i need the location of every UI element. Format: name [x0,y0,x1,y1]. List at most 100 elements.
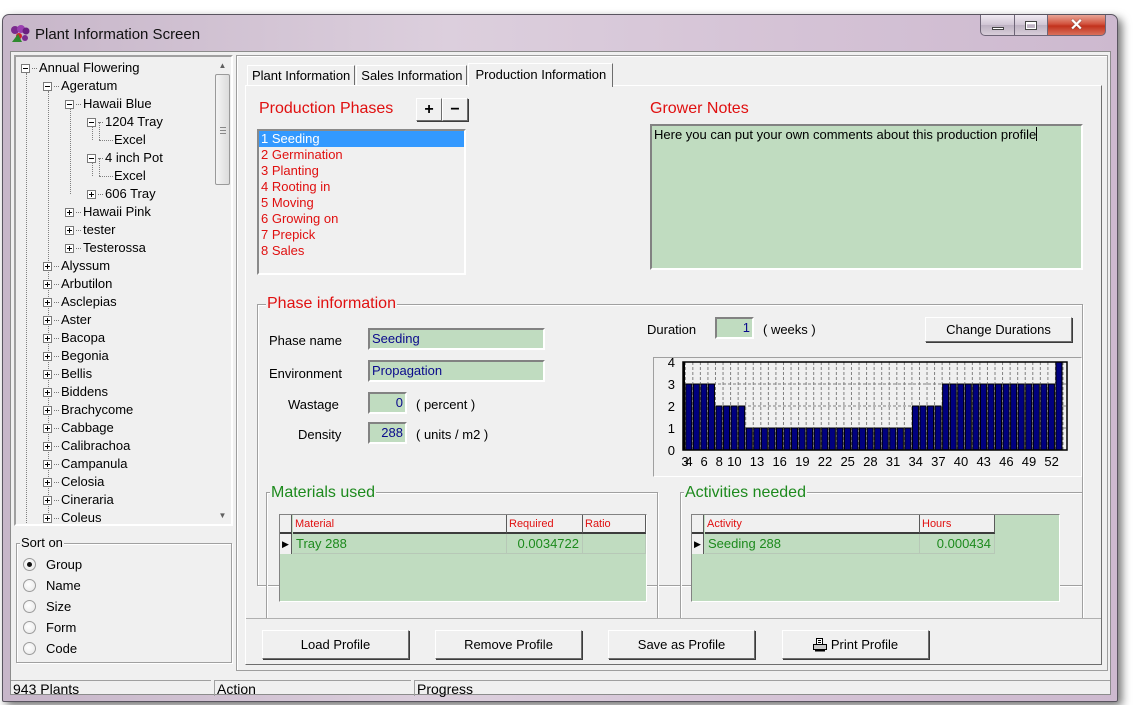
wastage-field[interactable]: 0 [368,392,407,414]
expand-plus-icon[interactable] [43,459,52,469]
radio-button[interactable] [23,557,36,571]
tree-node[interactable]: Alyssum [43,257,110,275]
expand-plus-icon[interactable] [43,351,52,361]
tree-node[interactable]: Biddens [43,383,108,401]
tree-node[interactable]: Cabbage [43,419,114,437]
expand-plus-icon[interactable] [65,243,74,253]
sort-option-name[interactable]: Name [23,575,81,595]
tab-production-information[interactable]: Production Information [468,63,614,87]
tab-plant-information[interactable]: Plant Information [247,65,356,86]
plant-tree-view[interactable]: Annual Flowering Ageratum Hawaii Blue 1204 … [14,55,233,526]
collapse-minus-icon[interactable] [65,99,74,109]
tree-node[interactable]: Cineraria [43,491,114,509]
expand-plus-icon[interactable] [87,189,96,199]
tree-node[interactable]: Brachycome [43,401,133,419]
print-profile-button[interactable]: Print Profile [782,630,929,659]
expand-plus-icon[interactable] [43,513,52,523]
duration-field[interactable]: 1 [715,317,754,339]
hours-column-header[interactable]: Hours [920,515,995,534]
tree-node[interactable]: Ageratum [43,77,117,95]
activities-grid[interactable]: Activity Hours ▶ Seeding 288 0.000434 [691,514,1060,602]
radio-button[interactable] [23,641,36,655]
tree-node[interactable]: Hawaii Blue [65,95,152,113]
tree-node[interactable]: Testerossa [65,239,146,257]
expand-plus-icon[interactable] [43,315,52,325]
collapse-minus-icon[interactable] [21,63,30,73]
expand-plus-icon[interactable] [43,441,52,451]
tree-node[interactable]: Bacopa [43,329,105,347]
scroll-thumb[interactable] [215,74,230,185]
minimize-button[interactable] [980,15,1015,36]
phase-name-field[interactable]: Seeding [368,328,545,350]
phase-list-item[interactable]: 3 Planting [259,163,464,179]
expand-plus-icon[interactable] [43,405,52,415]
material-column-header[interactable]: Material [293,515,507,534]
expand-plus-icon[interactable] [43,477,52,487]
environment-field[interactable]: Propagation [368,360,545,382]
expand-plus-icon[interactable] [43,333,52,343]
ratio-cell[interactable] [583,534,646,554]
collapse-minus-icon[interactable] [87,153,96,163]
expand-plus-icon[interactable] [43,387,52,397]
expand-plus-icon[interactable] [43,261,52,271]
load-profile-button[interactable]: Load Profile [262,630,409,659]
expand-plus-icon[interactable] [43,297,52,307]
phase-list-item[interactable]: 5 Moving [259,195,464,211]
maximize-button[interactable] [1015,15,1048,36]
required-column-header[interactable]: Required [507,515,583,534]
scroll-down-arrow-icon[interactable]: ▼ [214,507,231,524]
tree-node[interactable]: tester [65,221,116,239]
phase-list-item[interactable]: 2 Germination [259,147,464,163]
expand-plus-icon[interactable] [43,423,52,433]
activity-column-header[interactable]: Activity [705,515,920,534]
tree-node[interactable]: Coleus [43,509,101,524]
title-bar[interactable]: Plant Information Screen ✕ [3,15,1117,51]
tree-node[interactable]: Excel [99,167,146,185]
tree-node[interactable]: Excel [99,131,146,149]
radio-button[interactable] [23,599,36,613]
sort-option-size[interactable]: Size [23,596,71,616]
sort-option-code[interactable]: Code [23,638,77,658]
tree-node[interactable]: Asclepias [43,293,117,311]
expand-plus-icon[interactable] [43,369,52,379]
tree-node[interactable]: Aster [43,311,91,329]
expand-plus-icon[interactable] [43,495,52,505]
close-button[interactable]: ✕ [1048,15,1106,36]
radio-button[interactable] [23,620,36,634]
remove-phase-button[interactable]: − [442,98,468,121]
remove-profile-button[interactable]: Remove Profile [435,630,582,659]
collapse-minus-icon[interactable] [43,81,52,91]
phase-list-item[interactable]: 7 Prepick [259,227,464,243]
tree-node[interactable]: 606 Tray [87,185,156,203]
hours-cell[interactable]: 0.000434 [920,534,995,554]
tree-node[interactable]: Annual Flowering [21,59,139,77]
material-cell[interactable]: Tray 288 [293,534,507,554]
tree-node[interactable]: Campanula [43,455,128,473]
tree-node[interactable]: Hawaii Pink [65,203,151,221]
ratio-column-header[interactable]: Ratio [583,515,646,534]
collapse-minus-icon[interactable] [87,117,96,127]
expand-plus-icon[interactable] [65,207,74,217]
materials-grid[interactable]: Material Required Ratio ▶ Tray 288 0.003… [279,514,647,602]
tree-node[interactable]: Begonia [43,347,109,365]
phase-list-item[interactable]: 4 Rooting in [259,179,464,195]
expand-plus-icon[interactable] [43,279,52,289]
phase-list-item[interactable]: 1 Seeding [259,131,464,147]
activity-cell[interactable]: Seeding 288 [705,534,920,554]
phase-list-item[interactable]: 6 Growing on [259,211,464,227]
tree-node[interactable]: Arbutilon [43,275,112,293]
production-phases-list[interactable]: 1 Seeding 2 Germination 3 Planting 4 Rootin… [257,129,466,275]
required-cell[interactable]: 0.0034722 [507,534,583,554]
expand-plus-icon[interactable] [65,225,74,235]
tab-sales-information[interactable]: Sales Information [356,65,468,86]
sort-option-form[interactable]: Form [23,617,76,637]
add-phase-button[interactable]: + [416,98,442,121]
grower-notes-textarea[interactable]: Here you can put your own comments about… [650,124,1083,270]
tree-node[interactable]: Celosia [43,473,104,491]
tree-node[interactable]: Bellis [43,365,92,383]
radio-button[interactable] [23,578,36,592]
sort-option-group[interactable]: Group [23,554,82,574]
tree-scrollbar[interactable]: ▲ ▼ [214,57,231,524]
phase-list-item[interactable]: 8 Sales [259,243,464,259]
tree-node[interactable]: Calibrachoa [43,437,130,455]
